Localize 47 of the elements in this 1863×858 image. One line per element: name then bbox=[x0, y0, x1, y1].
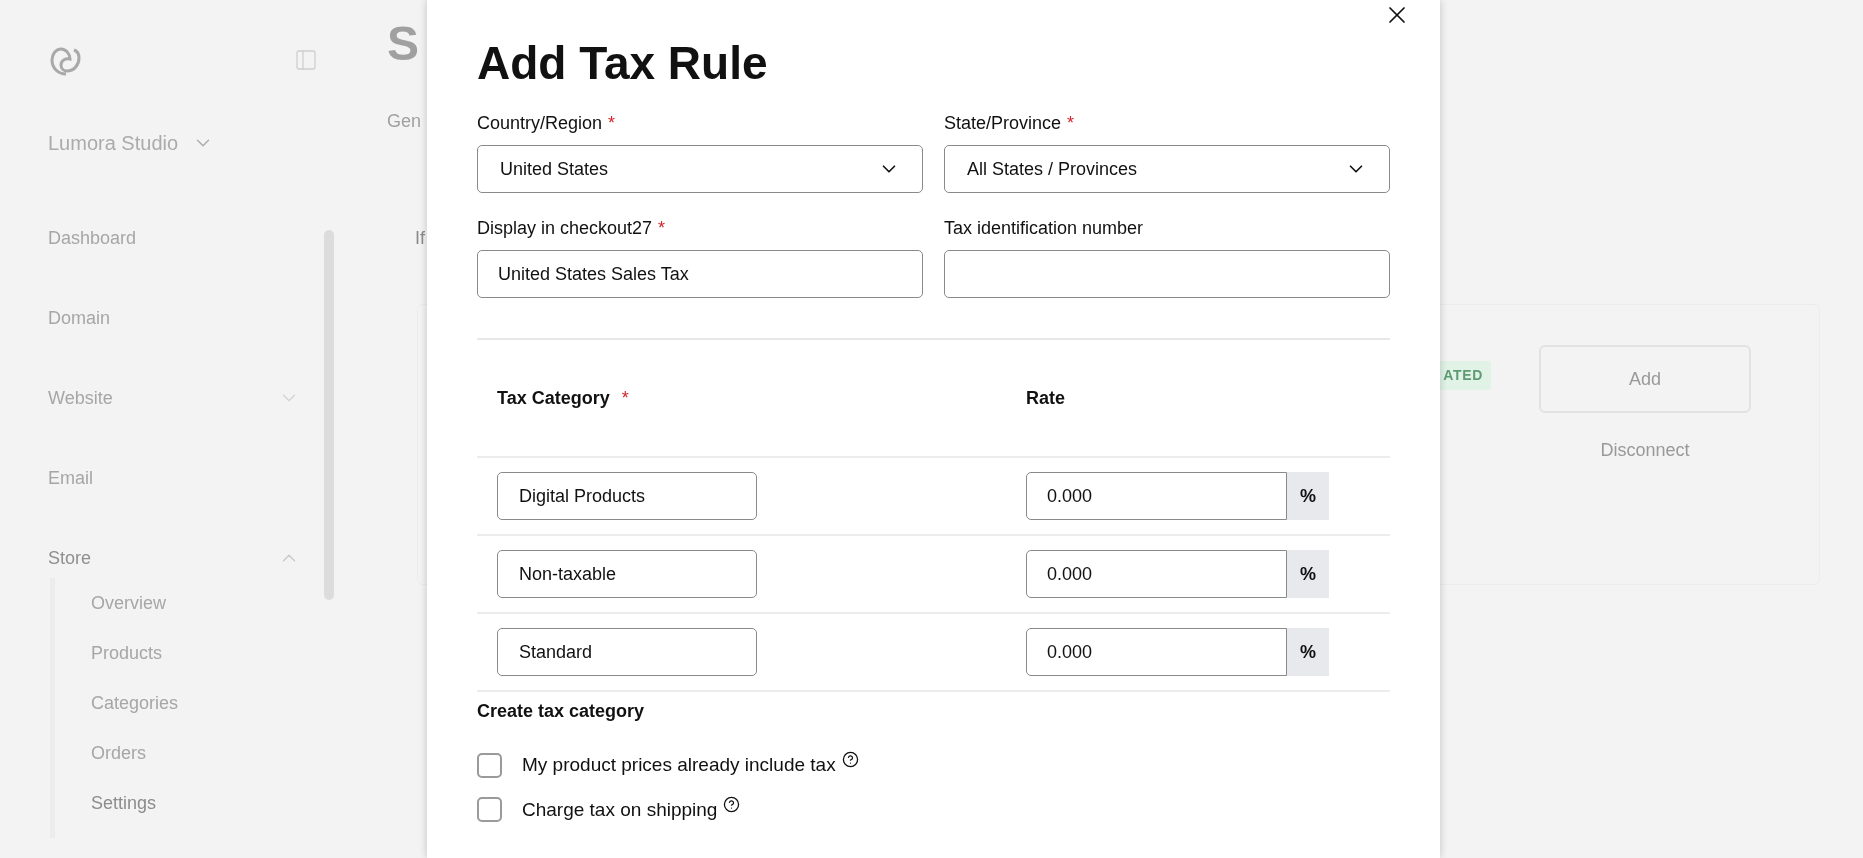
field-label: Display in checkout27 bbox=[477, 217, 653, 240]
add-button[interactable]: Add bbox=[1539, 345, 1751, 413]
nav-item[interactable]: Dashboard bbox=[48, 224, 137, 252]
workspace-name[interactable]: Lumora Studio bbox=[48, 128, 179, 158]
checkbox-label: Charge tax on shipping bbox=[522, 797, 718, 822]
help-icon[interactable] bbox=[723, 795, 741, 813]
required-mark: * bbox=[621, 386, 629, 410]
rate-field[interactable]: 0.000 bbox=[1026, 472, 1287, 520]
nav-subitem[interactable]: Overview bbox=[55, 578, 320, 628]
nav-item[interactable]: Domain bbox=[48, 304, 111, 332]
column-header: Tax Category bbox=[497, 386, 610, 410]
description-text: If bbox=[415, 227, 425, 250]
category-field[interactable]: Standard bbox=[497, 628, 757, 676]
help-icon[interactable] bbox=[841, 751, 859, 768]
text-field[interactable]: United States Sales Tax bbox=[477, 250, 923, 298]
disconnect-link[interactable]: Disconnect bbox=[1600, 437, 1690, 464]
nav-subitem[interactable]: Settings bbox=[55, 778, 320, 828]
percent-unit: % bbox=[1287, 472, 1329, 520]
nav-item[interactable]: Store bbox=[48, 544, 92, 572]
column-header: Rate bbox=[1026, 386, 1065, 410]
select-field[interactable]: United States bbox=[477, 145, 923, 193]
percent-unit: % bbox=[1287, 628, 1329, 676]
checkbox[interactable] bbox=[477, 752, 502, 778]
required-mark: * bbox=[608, 112, 616, 135]
nav-subitem[interactable]: Categories bbox=[55, 678, 320, 728]
percent-unit: % bbox=[1287, 550, 1329, 598]
field-label: Tax identification number bbox=[944, 217, 1144, 240]
nav-subitem[interactable]: Orders bbox=[55, 728, 320, 778]
sidebar-toggle-icon[interactable] bbox=[294, 48, 318, 72]
field-label: State/Province bbox=[944, 112, 1062, 135]
category-field[interactable]: Non-taxable bbox=[497, 550, 757, 598]
rate-field[interactable]: 0.000 bbox=[1026, 628, 1287, 676]
required-mark: * bbox=[658, 217, 666, 240]
modal-title: Add Tax Rule bbox=[477, 40, 769, 86]
nav-item[interactable]: Website bbox=[48, 384, 113, 412]
tab[interactable]: Gen bbox=[387, 108, 422, 135]
nav-subitem[interactable]: Products bbox=[55, 628, 320, 678]
checkbox-label: My product prices already include tax bbox=[522, 753, 836, 777]
page-title: S bbox=[387, 20, 419, 68]
required-mark: * bbox=[1067, 112, 1075, 135]
field-label: Country/Region bbox=[477, 112, 603, 135]
create-category-link[interactable]: Create tax category bbox=[477, 698, 1390, 725]
category-field[interactable]: Digital Products bbox=[497, 472, 757, 520]
nav-item[interactable]: Email bbox=[48, 464, 93, 492]
select-field[interactable]: All States / Provinces bbox=[944, 145, 1390, 193]
rate-field[interactable]: 0.000 bbox=[1026, 550, 1287, 598]
checkbox[interactable] bbox=[477, 797, 502, 823]
